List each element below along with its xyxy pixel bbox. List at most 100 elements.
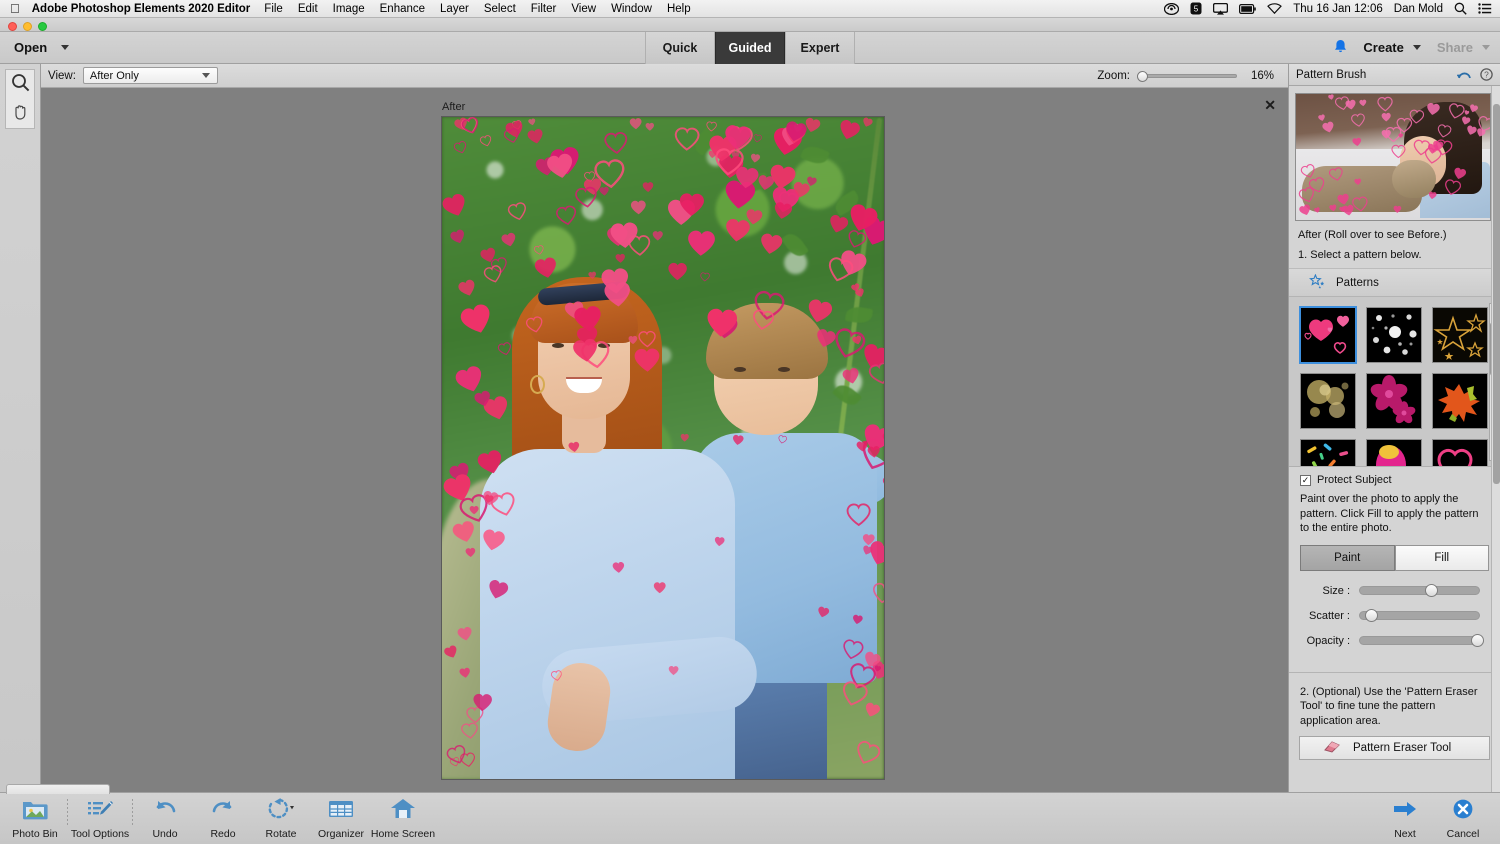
menu-filter[interactable]: Filter xyxy=(531,3,557,15)
pattern-swatch-area[interactable] xyxy=(1289,297,1500,467)
menu-window[interactable]: Window xyxy=(611,3,652,15)
window-close-button[interactable] xyxy=(8,22,17,31)
tool-options-icon xyxy=(87,798,113,825)
mode-bar-right-actions: Create Share xyxy=(1334,39,1490,57)
menu-enhance[interactable]: Enhance xyxy=(380,3,425,15)
menu-help[interactable]: Help xyxy=(667,3,691,15)
pattern-swatch-confetti-multicolor[interactable] xyxy=(1300,439,1356,467)
pattern-swatch-autumn-leaf[interactable] xyxy=(1432,373,1488,429)
window-minimize-button[interactable] xyxy=(23,22,32,31)
share-button[interactable]: Share xyxy=(1437,40,1490,55)
pattern-swatch-stars-gold[interactable] xyxy=(1432,307,1488,363)
paint-button[interactable]: Paint xyxy=(1300,545,1395,571)
after-label: After xyxy=(442,101,465,113)
pattern-swatch-balloons-pink[interactable] xyxy=(1366,439,1422,467)
view-mode-select[interactable]: After Only xyxy=(83,67,218,84)
home-screen-label: Home Screen xyxy=(371,828,435,840)
photo-canvas[interactable] xyxy=(441,116,885,780)
macos-menu-bar:  Adobe Photoshop Elements 2020 Editor F… xyxy=(0,0,1500,18)
tab-expert[interactable]: Expert xyxy=(785,32,855,64)
pattern-swatch-flowers-magenta[interactable] xyxy=(1366,373,1422,429)
opacity-slider[interactable] xyxy=(1359,636,1480,645)
apple-logo-icon[interactable]:  xyxy=(10,2,20,15)
size-slider-handle[interactable] xyxy=(1425,584,1438,597)
menu-bar-username[interactable]: Dan Mold xyxy=(1394,3,1443,15)
battery-icon[interactable] xyxy=(1239,4,1256,14)
stars-pattern-icon xyxy=(1309,274,1326,292)
protect-subject-checkbox[interactable]: ✓ xyxy=(1300,475,1311,486)
panel-scrollbar[interactable] xyxy=(1491,86,1500,792)
preview-caption: After (Roll over to see Before.) xyxy=(1289,221,1500,241)
help-question-icon[interactable]: ? xyxy=(1480,68,1493,81)
creative-cloud-icon[interactable] xyxy=(1164,3,1179,15)
pattern-swatch-heart-outlines-pink[interactable] xyxy=(1432,439,1488,467)
pattern-swatch-hearts-pink[interactable] xyxy=(1300,307,1356,363)
control-center-icon[interactable] xyxy=(1478,3,1492,14)
rotate-button[interactable]: Rotate xyxy=(252,795,310,840)
chevron-down-icon[interactable] xyxy=(61,45,69,50)
guided-edit-panel: Pattern Brush ? After (Roll over to see … xyxy=(1288,64,1500,792)
canvas-area[interactable]: After ✕ xyxy=(41,88,1288,792)
before-after-preview[interactable] xyxy=(1295,93,1491,221)
menu-select[interactable]: Select xyxy=(484,3,516,15)
window-zoom-button[interactable] xyxy=(38,22,47,31)
home-screen-button[interactable]: Home Screen xyxy=(372,795,434,840)
open-button[interactable]: Open xyxy=(14,40,69,55)
photo-bin-button[interactable]: Photo Bin xyxy=(6,795,64,840)
menu-file[interactable]: File xyxy=(264,3,283,15)
airplay-icon[interactable] xyxy=(1213,3,1228,15)
menu-view[interactable]: View xyxy=(571,3,596,15)
photo-image xyxy=(442,117,884,779)
tool-options-label: Tool Options xyxy=(71,828,129,840)
pattern-eraser-tool-button[interactable]: Pattern Eraser Tool xyxy=(1299,736,1490,760)
zoom-control-group: Zoom: 16% xyxy=(1097,70,1274,82)
organizer-button[interactable]: Organizer xyxy=(310,795,372,840)
step-1-instruction: 1. Select a pattern below. xyxy=(1289,241,1500,269)
scatter-slider[interactable] xyxy=(1359,611,1480,620)
notification-bell-icon[interactable] xyxy=(1334,39,1347,57)
zoom-slider-handle[interactable] xyxy=(1137,71,1148,82)
tab-guided[interactable]: Guided xyxy=(715,32,785,64)
menu-layer[interactable]: Layer xyxy=(440,3,469,15)
bottom-bar-left-group: Photo Bin Tool Options Undo Redo R xyxy=(6,795,434,840)
brush-slider-group: Size : Scatter : Opacity : xyxy=(1289,571,1500,672)
size-slider[interactable] xyxy=(1359,586,1480,595)
opacity-slider-handle[interactable] xyxy=(1471,634,1484,647)
photo-bin-tab-stub[interactable] xyxy=(6,784,110,794)
reset-arrow-icon[interactable] xyxy=(1457,68,1472,81)
svg-text:5: 5 xyxy=(1194,5,1199,14)
fill-button[interactable]: Fill xyxy=(1395,545,1490,571)
next-arrow-icon xyxy=(1392,798,1418,825)
protect-subject-row[interactable]: ✓ Protect Subject xyxy=(1289,467,1500,490)
close-x-icon[interactable]: ✕ xyxy=(1264,98,1276,112)
panel-title: Pattern Brush xyxy=(1296,69,1366,81)
photo-woman-earring xyxy=(530,375,545,394)
panel-scrollbar-thumb[interactable] xyxy=(1493,104,1500,484)
panel-preview-wrap xyxy=(1289,86,1500,221)
menu-edit[interactable]: Edit xyxy=(298,3,318,15)
hand-tool-button[interactable] xyxy=(5,99,35,129)
next-button[interactable]: Next xyxy=(1376,795,1434,840)
tool-options-button[interactable]: Tool Options xyxy=(71,795,129,840)
opacity-slider-label: Opacity : xyxy=(1291,635,1359,647)
cancel-button[interactable]: Cancel xyxy=(1434,795,1492,840)
zoom-slider[interactable] xyxy=(1137,74,1237,78)
tab-quick[interactable]: Quick xyxy=(645,32,715,64)
chevron-down-icon[interactable] xyxy=(1482,45,1490,50)
create-button[interactable]: Create xyxy=(1363,40,1420,55)
pattern-swatch-sparkles-white[interactable] xyxy=(1366,307,1422,363)
wifi-icon[interactable] xyxy=(1267,3,1282,14)
zoom-tool-button[interactable] xyxy=(5,69,35,99)
search-icon[interactable] xyxy=(1454,2,1467,15)
redo-button[interactable]: Redo xyxy=(194,795,252,840)
scatter-slider-handle[interactable] xyxy=(1365,609,1378,622)
menu-image[interactable]: Image xyxy=(333,3,365,15)
pattern-eraser-tool-label: Pattern Eraser Tool xyxy=(1353,742,1451,754)
undo-button[interactable]: Undo xyxy=(136,795,194,840)
patterns-section-header[interactable]: Patterns xyxy=(1289,269,1500,297)
options-bar: View: After Only Zoom: 16% xyxy=(0,64,1288,88)
shield-icon[interactable]: 5 xyxy=(1190,2,1202,15)
pattern-swatch-bokeh-circles-gold[interactable] xyxy=(1300,373,1356,429)
chevron-down-icon[interactable] xyxy=(1413,45,1421,50)
chevron-down-icon[interactable] xyxy=(202,73,210,78)
